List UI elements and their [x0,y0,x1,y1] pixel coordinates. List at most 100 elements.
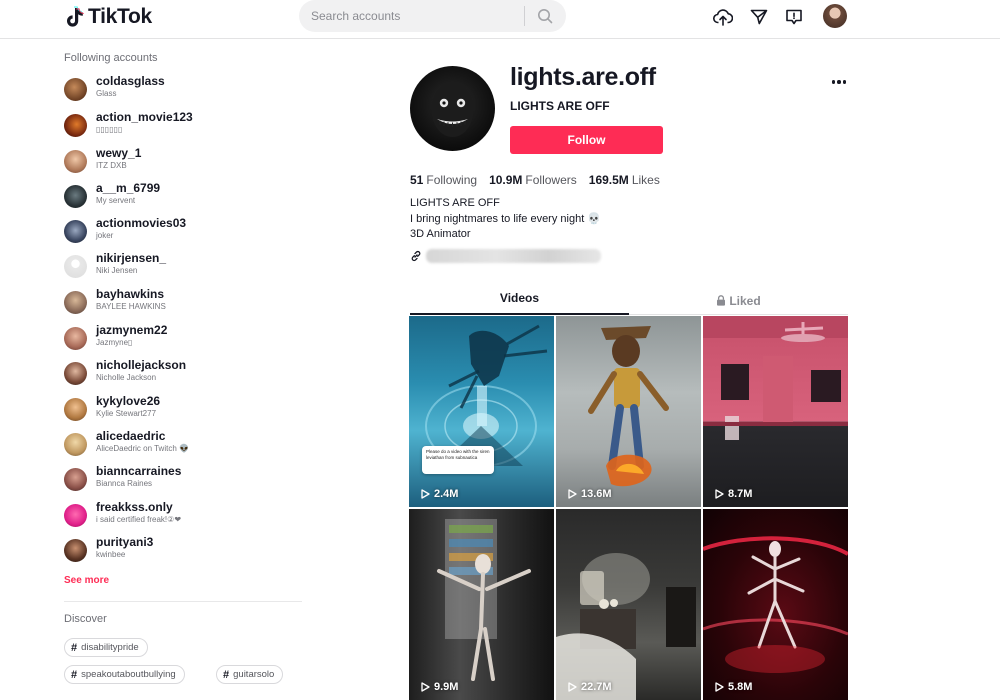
creepy-face-image [431,83,474,137]
account-item[interactable]: nichollejackson Nicholle Jackson [64,358,294,388]
stat-value: 169.5M [588,173,629,187]
avatar [64,433,87,456]
avatar [64,539,87,562]
view-count: 22.7M [568,681,612,693]
account-item[interactable]: freakkss.only i said certified freak!②❤ [64,500,294,530]
account-item[interactable]: wewy_1 ITZ DXB [64,146,294,176]
account-item[interactable]: nikirjensen_ Niki Jensen [64,251,294,281]
account-item[interactable]: actionmovies03 joker [64,216,294,246]
account-name: action_movie123 [96,110,193,124]
tag-label: disabilitypride [81,642,139,653]
messages-button[interactable] [749,7,769,27]
profile-tabs: Videos Liked [410,287,848,315]
profile-username: lights.are.off [510,63,656,91]
tiktok-note-icon [67,6,84,27]
account-nickname: My servent [96,196,136,205]
discover-tag[interactable]: # disabilitypride [64,638,148,657]
link-icon [411,250,421,262]
play-icon [421,489,430,499]
account-item[interactable]: a__m_6799 My servent [64,181,294,211]
views-text: 5.8M [728,681,753,693]
account-item[interactable]: action_movie123 ▯▯▯▯▯▯ [64,110,294,140]
account-name: wewy_1 [96,146,142,160]
account-item[interactable]: bayhawkins BAYLEE HAWKINS [64,287,294,317]
discover-tag[interactable]: # speakoutaboutbullying [64,665,185,684]
stat-label: Following [426,173,478,187]
inbox-button[interactable] [784,7,804,27]
sidebar: Following accounts coldasglass Glass acti… [0,40,310,693]
avatar [64,114,87,137]
followers-count[interactable]: 10.9M Followers [489,173,577,187]
account-name: kykylove26 [96,394,161,408]
more-dots-icon [831,80,836,84]
following-count[interactable]: 51 Following [410,173,477,187]
user-avatar[interactable] [823,4,847,28]
follow-button[interactable]: Follow [510,126,663,154]
profile-nickname: LIGHTS ARE OFF [510,99,610,113]
more-options-button[interactable] [828,72,850,92]
tab-liked[interactable]: Liked [629,287,848,314]
account-name: bayhawkins [96,287,165,301]
account-item[interactable]: coldasglass Glass [64,74,294,104]
avatar [64,255,87,278]
account-name: jazmynem22 [96,323,168,337]
more-dots-icon [842,80,847,84]
account-item[interactable]: jazmynem22 Jazmyne▯ [64,323,294,353]
account-nickname: kwinbee [96,550,126,559]
search-bar [299,0,566,32]
tab-videos[interactable]: Videos [410,287,629,315]
hashtag-icon: # [223,668,230,681]
video-tile[interactable]: 8.7M [703,316,848,507]
inbox-icon [786,9,802,25]
views-text: 22.7M [581,681,612,693]
bio-line: I bring nightmares to life every night 💀 [410,212,602,225]
account-item[interactable]: alicedaedric AliceDaedric on Twitch 👽 [64,429,294,459]
avatar [64,504,87,527]
tab-liked-label: Liked [729,293,761,308]
view-count: 8.7M [715,488,752,500]
logo-text: TikTok [88,5,152,28]
video-tile[interactable]: 9.9M [409,509,554,700]
video-tile[interactable]: 5.8M [703,509,848,700]
tiktok-logo[interactable]: TikTok [66,5,152,29]
account-name: nichollejackson [96,358,187,372]
video-tile[interactable]: 13.6M [556,316,701,507]
search-input[interactable] [299,0,524,32]
view-count: 5.8M [715,681,752,693]
sidebar-divider [64,601,302,602]
account-nickname: AliceDaedric on Twitch 👽 [96,444,189,453]
account-item[interactable]: bianncarraines Biannca Raines [64,464,294,494]
comment-text: Please do a video with the siren leviath… [426,449,490,460]
profile-link[interactable] [410,248,601,264]
stat-label: Likes [631,173,660,187]
account-nickname: Jazmyne▯ [96,338,133,347]
upload-button[interactable] [713,7,733,27]
account-nickname: Niki Jensen [96,266,138,275]
video-tile[interactable]: 22.7M [556,509,701,700]
account-nickname: Biannca Raines [96,479,153,488]
hashtag-icon: # [71,641,78,654]
video-tile[interactable]: Please do a video with the siren leviath… [409,316,554,507]
avatar [64,150,87,173]
account-nickname: ▯▯▯▯▯▯ [96,125,123,134]
tag-label: guitarsolo [233,669,275,680]
view-count: 9.9M [421,681,458,693]
discover-tag[interactable]: # guitarsolo [216,665,284,684]
account-nickname: i said certified freak!②❤ [96,515,182,524]
account-item[interactable]: purityani3 kwinbee [64,535,294,565]
account-name: purityani3 [96,535,154,549]
top-header: TikTok [0,0,1000,39]
stat-label: Followers [525,173,577,187]
stat-value: 10.9M [489,173,523,187]
video-thumbnail [703,316,848,440]
avatar [64,362,87,385]
likes-count: 169.5M Likes [589,173,660,187]
redacted-link-text [426,249,601,263]
play-icon [568,489,577,499]
account-item[interactable]: kykylove26 Kylie Stewart277 [64,394,294,424]
play-icon [715,489,724,499]
search-button[interactable] [525,0,565,32]
views-text: 13.6M [581,488,612,500]
avatar [64,220,87,243]
see-more-link[interactable]: See more [64,575,109,586]
